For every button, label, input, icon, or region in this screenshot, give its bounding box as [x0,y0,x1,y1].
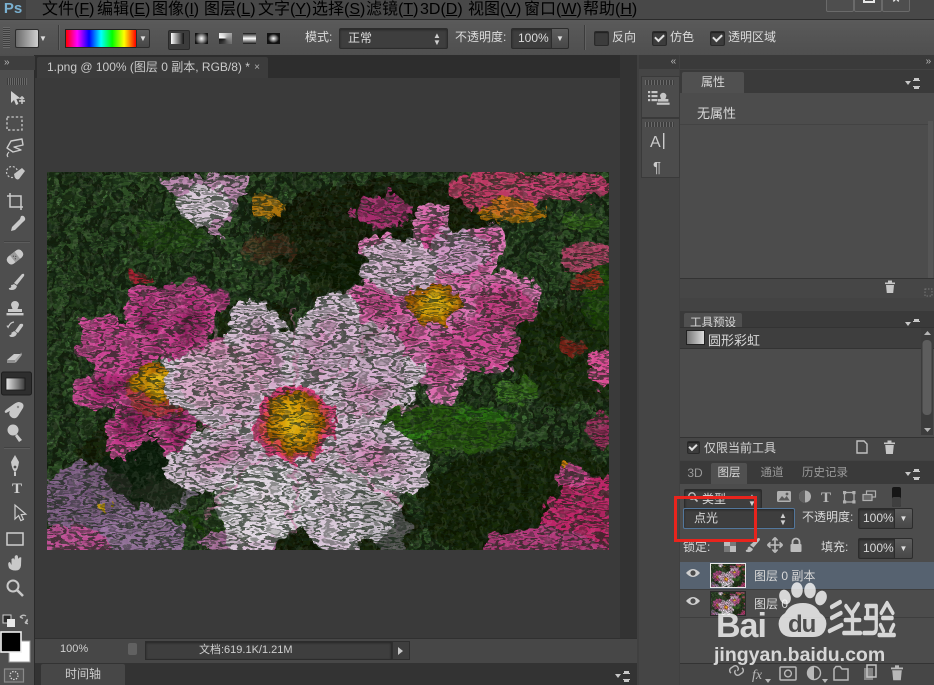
svg-text:jingyan.baidu.com: jingyan.baidu.com [713,644,885,666]
svg-text:Bai: Bai [716,607,766,645]
svg-text:du: du [788,611,816,638]
